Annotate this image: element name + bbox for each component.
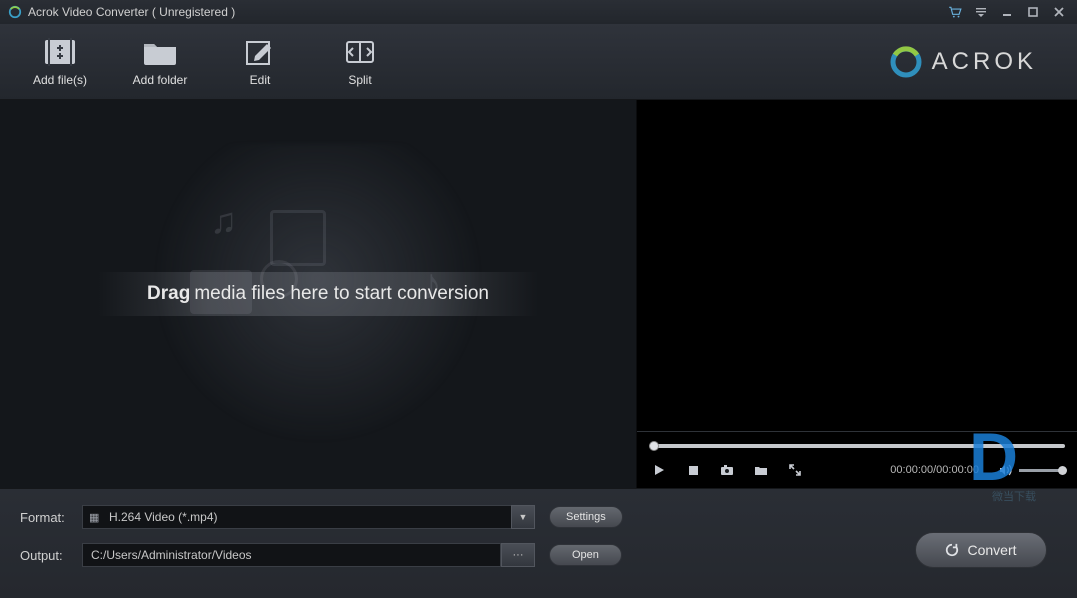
browse-button[interactable]: ···	[501, 543, 535, 567]
open-output-button[interactable]: Open	[549, 544, 622, 566]
fullscreen-button[interactable]	[787, 462, 803, 478]
add-folder-button[interactable]: Add folder	[110, 37, 210, 87]
add-files-button[interactable]: Add file(s)	[10, 37, 110, 87]
open-folder-button[interactable]	[753, 462, 769, 478]
add-file-icon	[42, 37, 78, 67]
footer-panel: Format: ▦ H.264 Video (*.mp4) ▼ Settings…	[0, 488, 1077, 598]
play-button[interactable]	[651, 462, 667, 478]
toolbar-label: Edit	[250, 73, 271, 87]
toolbar-label: Split	[348, 73, 371, 87]
format-value: H.264 Video (*.mp4)	[109, 510, 218, 524]
toolbar-label: Add folder	[133, 73, 188, 87]
toolbar-label: Add file(s)	[33, 73, 87, 87]
refresh-icon	[945, 543, 959, 557]
brand-ring-icon	[888, 44, 924, 80]
output-label: Output:	[20, 548, 82, 563]
video-format-icon: ▦	[89, 511, 103, 524]
edit-icon	[242, 37, 278, 67]
preview-controls: 00:00:00/00:00:00	[637, 456, 1077, 488]
time-display: 00:00:00/00:00:00	[890, 464, 979, 476]
snapshot-button[interactable]	[719, 462, 735, 478]
app-title: Acrok Video Converter ( Unregistered )	[28, 5, 235, 19]
format-select[interactable]: ▦ H.264 Video (*.mp4)	[82, 505, 512, 529]
split-button[interactable]: Split	[310, 37, 410, 87]
music-note-icon: ♫	[210, 200, 237, 242]
cart-icon[interactable]	[945, 4, 965, 20]
folder-icon	[142, 37, 178, 67]
format-dropdown-button[interactable]: ▼	[511, 505, 535, 529]
output-path-input[interactable]	[82, 543, 501, 567]
app-logo-icon	[8, 5, 22, 19]
brand-logo: ACROK	[888, 44, 1037, 80]
preview-video-area	[637, 100, 1077, 431]
format-label: Format:	[20, 510, 82, 525]
split-icon	[342, 37, 378, 67]
minimize-button[interactable]	[997, 4, 1017, 20]
drop-hint-text: Dragmedia files here to start conversion	[147, 283, 489, 305]
stop-button[interactable]	[685, 462, 701, 478]
title-bar: Acrok Video Converter ( Unregistered )	[0, 0, 1077, 24]
volume-icon[interactable]	[997, 462, 1013, 478]
content-area: ♫ ♪ Dragmedia files here to start conver…	[0, 100, 1077, 488]
edit-button[interactable]: Edit	[210, 37, 310, 87]
convert-button[interactable]: Convert	[915, 532, 1047, 568]
settings-button[interactable]: Settings	[549, 506, 623, 528]
file-drop-area[interactable]: ♫ ♪ Dragmedia files here to start conver…	[0, 100, 636, 488]
menu-dropdown-icon[interactable]	[971, 4, 991, 20]
close-button[interactable]	[1049, 4, 1069, 20]
volume-slider[interactable]	[1019, 469, 1063, 472]
preview-panel: 00:00:00/00:00:00	[636, 100, 1077, 488]
filmstrip-icon	[270, 210, 326, 266]
main-toolbar: Add file(s) Add folder Edit Split ACROK	[0, 24, 1077, 100]
brand-text: ACROK	[932, 48, 1037, 76]
maximize-button[interactable]	[1023, 4, 1043, 20]
playback-slider[interactable]	[637, 432, 1077, 456]
